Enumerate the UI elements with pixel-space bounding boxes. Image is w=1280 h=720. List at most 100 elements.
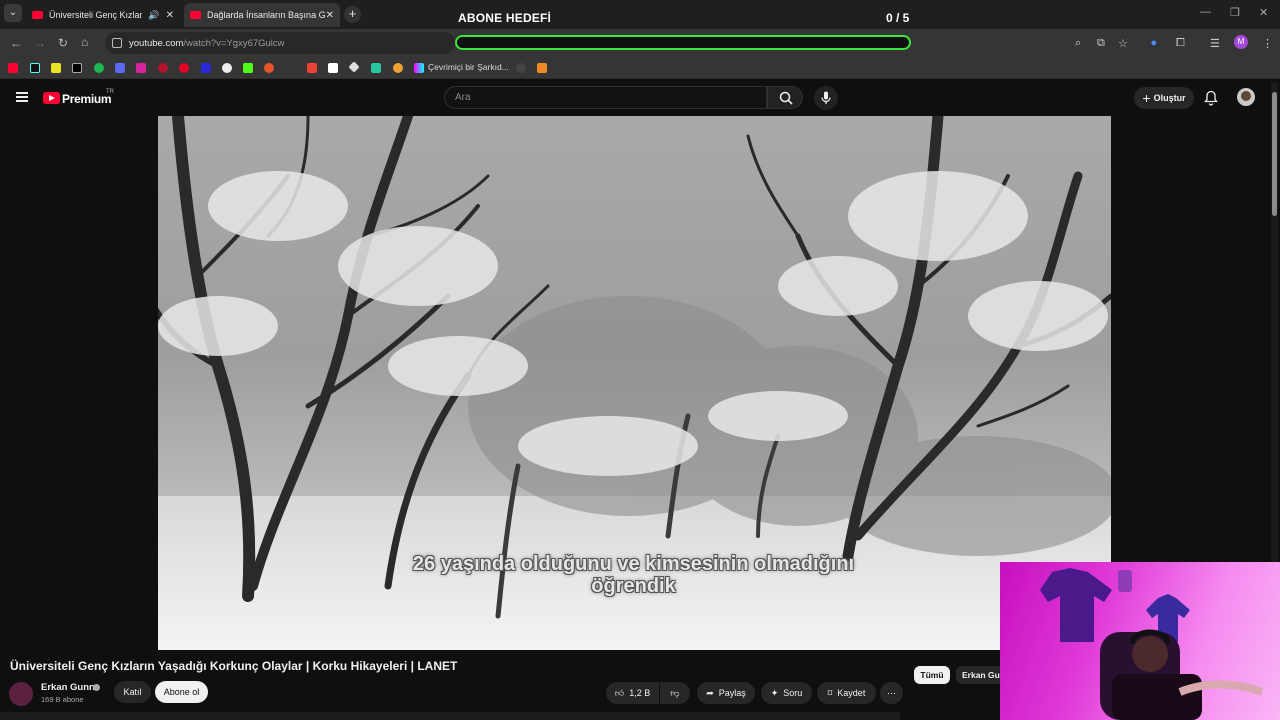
bookmark-icon-9[interactable] xyxy=(201,63,211,73)
close-window-icon[interactable]: ✕ xyxy=(1259,6,1268,19)
notifications-bell-icon[interactable] xyxy=(1204,90,1218,106)
youtube-bookmark-icon[interactable] xyxy=(8,63,18,73)
thumbs-up-icon: 👍︎ xyxy=(614,687,625,698)
browser-menu-icon[interactable]: ⋮ xyxy=(1262,37,1273,50)
join-label: Katıl xyxy=(123,687,142,697)
reading-list-icon[interactable]: ☰ xyxy=(1210,37,1220,50)
browser-tab-1[interactable]: Üniversiteli Genç Kızların Ya 🔊 ✕ xyxy=(26,3,180,27)
page-scrollbar-thumb[interactable] xyxy=(1272,92,1277,216)
more-horizontal-icon: ⋯ xyxy=(887,687,896,698)
share-button[interactable]: ➦ Paylaş xyxy=(697,682,755,704)
netflix-bookmark-icon[interactable] xyxy=(158,63,168,73)
sparkle-icon: ✦ xyxy=(770,687,779,698)
youtube-favicon xyxy=(32,11,43,19)
bookmark-icon-12[interactable] xyxy=(264,63,274,73)
forward-icon[interactable]: → xyxy=(34,36,46,50)
kick-bookmark-icon[interactable] xyxy=(243,63,253,73)
gmail-bookmark-icon[interactable] xyxy=(307,63,317,73)
install-app-icon[interactable]: ⧉ xyxy=(1097,37,1105,50)
ask-button[interactable]: ✦ Soru xyxy=(761,682,812,704)
maximize-window-icon[interactable]: ❐ xyxy=(1230,6,1240,19)
filter-chip-all[interactable]: Tümü xyxy=(914,666,950,684)
streamer-camera-image xyxy=(1040,568,1264,720)
share-icon: ➦ xyxy=(706,687,714,698)
channel-name[interactable]: Erkan Gunn xyxy=(41,682,95,693)
bookmarks-bar xyxy=(0,57,1280,79)
channel-avatar[interactable] xyxy=(9,682,33,706)
youtube-logo-icon[interactable] xyxy=(43,92,60,104)
voice-search-button[interactable] xyxy=(814,86,838,110)
filter-chip-channel[interactable]: Erkan Gun xyxy=(956,666,1000,684)
extensions-icon[interactable]: ⧠ xyxy=(1176,37,1185,50)
save-button[interactable]: ⌑ Kaydet xyxy=(817,682,876,704)
bookmark-star-icon[interactable]: ☆ xyxy=(1118,37,1128,50)
share-label: Paylaş xyxy=(718,688,746,698)
home-icon[interactable]: ⌂ xyxy=(81,35,88,49)
tab-title: Üniversiteli Genç Kızların Ya xyxy=(49,10,143,20)
bookmark-icon: ⌑ xyxy=(827,687,833,698)
video-subtitle: 26 yaşında olduğunu ve kimsesinin olmadı… xyxy=(381,553,886,597)
search-input[interactable] xyxy=(444,86,767,109)
menu-icon[interactable] xyxy=(16,92,28,102)
url-text[interactable]: youtube.com/watch?v=Ygxy67Gulcw xyxy=(129,38,285,49)
subscriber-count: 169 B abone xyxy=(41,695,84,704)
dislike-button[interactable]: 👎︎ xyxy=(660,682,690,704)
zoom-icon[interactable]: ⌕ xyxy=(1075,37,1081,50)
profile-avatar[interactable]: M xyxy=(1234,35,1248,49)
discord-bookmark-icon[interactable] xyxy=(115,63,125,73)
video-title: Üniversiteli Genç Kızların Yaşadığı Kork… xyxy=(10,659,458,673)
reload-icon[interactable]: ↻ xyxy=(58,36,68,50)
minimize-window-icon[interactable]: — xyxy=(1200,6,1211,18)
close-tab-icon[interactable]: ✕ xyxy=(166,10,174,21)
bookmark-icon-19[interactable] xyxy=(516,63,526,73)
subscriber-goal-count: 0 / 5 xyxy=(886,11,910,25)
save-label: Kaydet xyxy=(837,688,866,698)
microphone-icon xyxy=(821,91,831,104)
account-avatar[interactable] xyxy=(1237,88,1255,106)
more-actions-button[interactable]: ⋯ xyxy=(880,682,903,704)
back-icon[interactable]: ← xyxy=(10,36,22,50)
youtube-premium-label[interactable]: Premium xyxy=(62,92,112,106)
url-host: youtube.com xyxy=(129,38,184,49)
filter-channel-label: Erkan Gun xyxy=(962,670,1000,680)
search-icon xyxy=(779,91,793,105)
site-info-icon[interactable] xyxy=(112,38,122,48)
speaker-icon[interactable]: 🔊 xyxy=(148,10,159,21)
pinterest-bookmark-icon[interactable] xyxy=(179,63,189,73)
bookmark-icon-14[interactable] xyxy=(328,63,338,73)
recommendations-strip xyxy=(0,712,900,720)
filter-all-label: Tümü xyxy=(920,670,944,680)
spotify-bookmark-icon[interactable] xyxy=(94,63,104,73)
close-tab-icon[interactable]: ✕ xyxy=(326,10,334,21)
extension-audio-icon[interactable]: ⦁ xyxy=(1151,37,1157,50)
subscribe-button[interactable]: Abone ol xyxy=(155,681,208,703)
create-label: Oluştur xyxy=(1153,93,1186,103)
browser-tab-2[interactable]: Dağlarda İnsanların Başına Gele ✕ xyxy=(184,3,340,27)
verified-badge-icon xyxy=(93,684,100,691)
subscriber-goal-title: ABONE HEDEFİ xyxy=(458,11,552,25)
s-bookmark-icon[interactable] xyxy=(51,63,61,73)
search-button[interactable] xyxy=(767,86,803,109)
chatgpt-bookmark-icon[interactable] xyxy=(222,63,232,73)
new-tab-button[interactable]: + xyxy=(344,6,361,23)
subscribe-label: Abone ol xyxy=(163,687,200,697)
plus-icon: + xyxy=(1142,90,1151,106)
join-button[interactable]: Katıl xyxy=(114,681,151,703)
like-count: 1,2 B xyxy=(629,688,651,698)
tiktok-bookmark-icon[interactable] xyxy=(30,63,40,73)
subtitle-line-1: 26 yaşında olduğunu ve kimsesinin olmadı… xyxy=(412,553,855,575)
create-button[interactable]: + Oluştur xyxy=(1134,87,1194,109)
tab-search-button[interactable]: ⌄ xyxy=(4,4,22,22)
search-placeholder: Ara xyxy=(455,92,471,103)
youtube-favicon xyxy=(190,11,201,19)
song-bookmark-icon[interactable] xyxy=(414,63,424,73)
bookmark-icon-20[interactable] xyxy=(537,63,547,73)
subtitle-line-2: öğrendik xyxy=(591,575,676,597)
x-bookmark-icon[interactable] xyxy=(72,63,82,73)
bookmark-icon-16[interactable] xyxy=(371,63,381,73)
bookmark-icon-17[interactable] xyxy=(393,63,403,73)
song-bookmark-label[interactable]: Çevrimiçi bir Şarkıd... xyxy=(428,62,509,72)
webcam-overlay xyxy=(1000,562,1280,720)
instagram-bookmark-icon[interactable] xyxy=(136,63,146,73)
like-button[interactable]: 👍︎ 1,2 B xyxy=(606,682,659,704)
